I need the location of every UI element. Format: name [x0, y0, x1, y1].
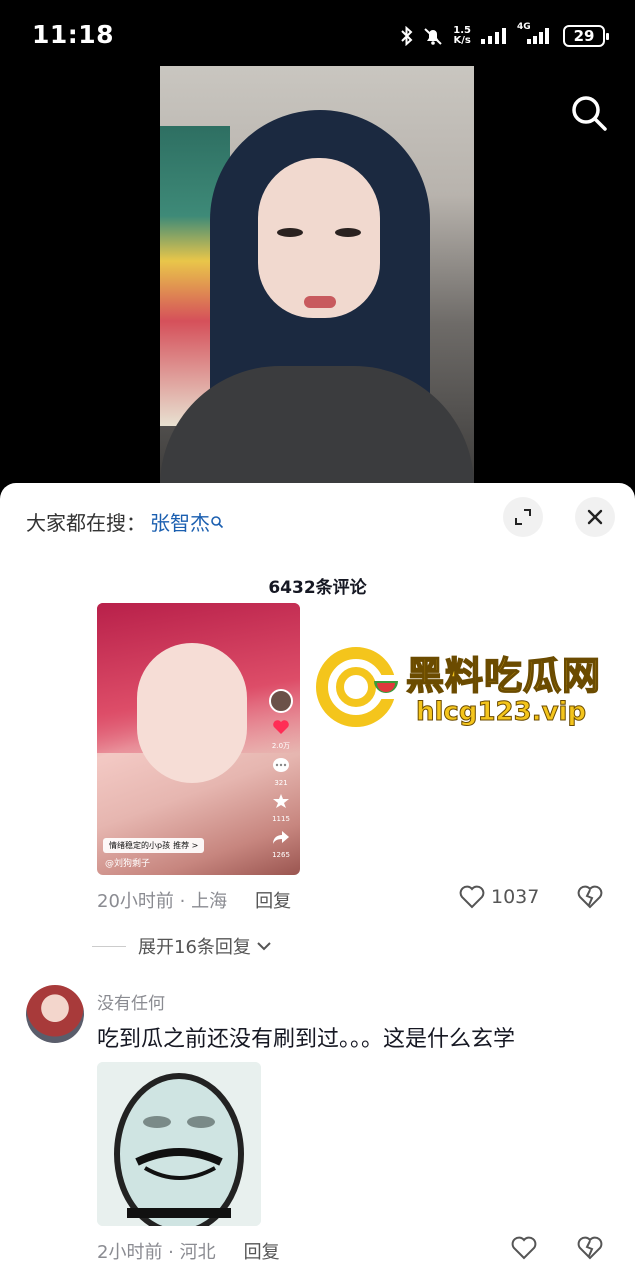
video-subject-lips — [304, 296, 336, 308]
star-icon — [273, 794, 289, 808]
suggestion-term: 张智杰 — [150, 511, 210, 535]
thumbnail-username: @刘狗剩子 — [105, 859, 151, 869]
status-bar: 11:18 1.5 K/s 4G 29 — [0, 0, 635, 66]
mute-bell-icon — [423, 26, 443, 46]
watermark-title: 黑料吃瓜网 — [405, 653, 602, 699]
video-subject-eye — [335, 228, 361, 237]
expand-replies-label: 展开16条回复 — [138, 937, 251, 958]
broken-heart-icon — [577, 885, 603, 909]
watermark-url: hlcg123.vip — [415, 697, 587, 728]
thumbnail-avatar — [269, 689, 293, 713]
dislike-button[interactable] — [577, 1236, 603, 1264]
search-button[interactable] — [568, 92, 610, 134]
broken-heart-icon — [577, 1236, 603, 1260]
meme-image — [97, 1062, 261, 1226]
divider-line — [92, 945, 126, 947]
watermark-logo-icon — [316, 647, 400, 727]
like-count: 1037 — [491, 886, 540, 908]
dislike-button[interactable] — [577, 885, 603, 913]
video-subject-eye — [277, 228, 303, 237]
signal-icon — [481, 28, 507, 44]
thumbnail-side-actions: 2.0万 321 1115 1265 — [268, 689, 294, 859]
video-frame[interactable] — [160, 66, 474, 496]
comment-meta: 20小时前 · 上海 回复 — [97, 887, 291, 913]
signal-4g-icon: 4G — [517, 22, 553, 44]
heart-outline-icon — [511, 1236, 537, 1260]
battery-indicator: 29 — [563, 25, 609, 47]
comment-sheet: 大家都在搜： 张智杰 6432条评论 2.0万 321 1115 1265 情绪… — [0, 483, 635, 1280]
share-arrow-icon — [273, 831, 289, 844]
comment-count: 6432条评论 — [268, 578, 367, 598]
video-subject-face — [258, 158, 380, 318]
thumbnail-tag-text: 情绪稳定的小p孩 — [109, 841, 171, 850]
close-button[interactable] — [575, 497, 615, 537]
thumbnail-face — [137, 643, 247, 783]
comment-text: 吃到瓜之前还没有刷到过。。。这是什么玄学 — [97, 1027, 516, 1052]
video-player[interactable] — [0, 66, 635, 496]
reply-button[interactable]: 回复 — [255, 887, 291, 913]
close-icon — [587, 509, 603, 525]
comment-image[interactable] — [97, 1062, 261, 1226]
like-button[interactable] — [511, 1236, 537, 1260]
status-time: 11:18 — [32, 20, 115, 49]
comment-username[interactable]: 没有任何 — [97, 989, 165, 1014]
bluetooth-icon — [401, 26, 413, 46]
thumbnail-like-count: 2.0万 — [271, 742, 291, 750]
chevron-down-icon — [257, 942, 271, 951]
avatar[interactable] — [26, 985, 84, 1043]
comment-bubble-icon — [273, 758, 289, 772]
network-speed: 1.5 K/s — [453, 26, 471, 46]
comment-meta: 2小时前 · 河北 回复 — [97, 1238, 280, 1264]
expand-icon — [515, 509, 531, 525]
thumbnail-share-count: 1265 — [272, 851, 290, 859]
expand-replies-button[interactable]: 展开16条回复 — [92, 933, 273, 959]
reply-button[interactable]: 回复 — [244, 1238, 280, 1264]
search-icon — [572, 96, 607, 131]
expand-button[interactable] — [503, 497, 543, 537]
watermark: 黑料吃瓜网 hlcg123.vip — [316, 643, 616, 733]
like-button[interactable]: 1037 — [459, 885, 539, 909]
thumbnail-tag-action: 推荐 > — [173, 841, 199, 850]
network-speed-unit: K/s — [453, 35, 471, 46]
thumbnail-comment-count: 321 — [274, 779, 288, 787]
comment-time-location: 20小时前 · 上海 — [97, 891, 228, 912]
suggestion-term-link[interactable]: 张智杰 — [150, 507, 224, 536]
heart-outline-icon — [459, 885, 485, 909]
comment-time-location: 2小时前 · 河北 — [97, 1242, 216, 1263]
thumbnail-favorite-count: 1115 — [272, 815, 290, 823]
network-type: 4G — [517, 22, 531, 32]
thumbnail-tag: 情绪稳定的小p孩 推荐 > — [103, 838, 205, 853]
comment-video-thumbnail[interactable]: 2.0万 321 1115 1265 情绪稳定的小p孩 推荐 > @刘狗剩子 — [97, 603, 300, 875]
heart-icon — [273, 720, 289, 734]
search-suggestion: 大家都在搜： 张智杰 — [26, 507, 224, 536]
small-search-icon — [211, 515, 224, 528]
status-icons: 1.5 K/s 4G 29 — [401, 22, 609, 50]
suggestion-label: 大家都在搜： — [26, 511, 146, 535]
